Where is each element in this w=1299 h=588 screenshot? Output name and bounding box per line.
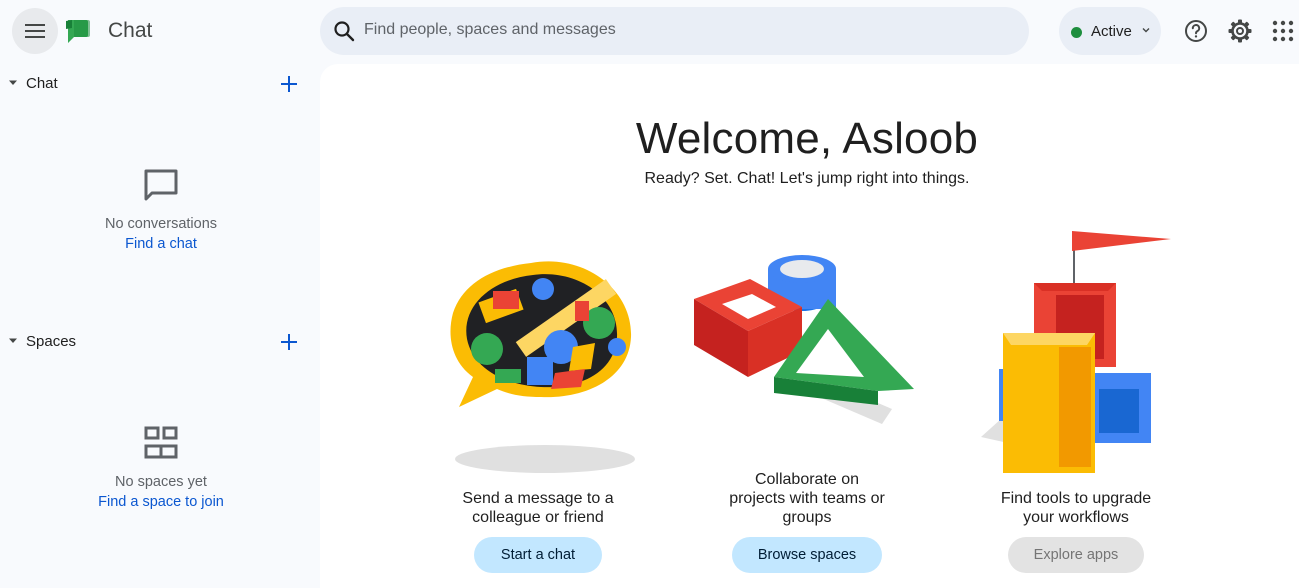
description-line: Send a message to a xyxy=(462,490,614,507)
browse-spaces-description: Collaborate on projects with teams or gr… xyxy=(692,470,922,527)
main-panel: Welcome, Asloob Ready? Set. Chat! Let's … xyxy=(320,64,1299,588)
caret-down-icon[interactable] xyxy=(8,79,18,87)
search-bar[interactable]: Find people, spaces and messages xyxy=(320,7,1029,55)
building-flag-illustration xyxy=(981,231,1171,473)
google-chat-logo[interactable] xyxy=(66,17,94,45)
spaces-grid-icon xyxy=(144,426,178,459)
find-a-space-link[interactable]: Find a space to join xyxy=(0,494,322,510)
description-line: your workflows xyxy=(1023,509,1129,526)
spaces-section-header[interactable]: Spaces xyxy=(0,323,310,359)
start-chat-card: Send a message to a colleague or friend … xyxy=(423,239,653,579)
top-bar: Chat Find people, spaces and messages Ac… xyxy=(0,0,1299,64)
gear-icon[interactable] xyxy=(1227,18,1253,44)
find-a-chat-link[interactable]: Find a chat xyxy=(0,236,322,252)
status-dot xyxy=(1071,27,1082,38)
chat-empty-state: No conversations Find a chat xyxy=(0,168,322,252)
explore-apps-button[interactable]: Explore apps xyxy=(1008,537,1144,573)
chat-section-header[interactable]: Chat xyxy=(0,65,310,101)
explore-apps-card: Find tools to upgrade your workflows Exp… xyxy=(961,229,1191,579)
start-chat-button[interactable]: Start a chat xyxy=(474,537,602,573)
description-line: Collaborate on xyxy=(754,471,860,488)
search-input[interactable]: Find people, spaces and messages xyxy=(364,21,616,39)
chat-bubble-icon xyxy=(144,169,178,201)
description-line: projects with teams or xyxy=(729,490,885,507)
apps-grid-icon[interactable] xyxy=(1272,20,1294,42)
welcome-subtitle: Ready? Set. Chat! Let's jump right into … xyxy=(644,170,970,187)
chevron-down-icon xyxy=(1142,28,1150,33)
app-title: Chat xyxy=(108,19,153,42)
search-icon[interactable] xyxy=(332,19,356,43)
no-conversations-text: No conversations xyxy=(104,216,218,232)
status-selector[interactable]: Active xyxy=(1059,7,1161,55)
welcome-title: Welcome, Asloob xyxy=(635,114,979,163)
status-label: Active xyxy=(1091,23,1132,40)
browse-spaces-card: Collaborate on projects with teams or gr… xyxy=(692,239,922,579)
plus-icon[interactable] xyxy=(279,74,299,94)
speech-bubble-blocks-illustration xyxy=(450,261,635,473)
description-line: groups xyxy=(782,509,832,526)
caret-down-icon[interactable] xyxy=(8,337,18,345)
shapes-blocks-illustration xyxy=(694,255,914,424)
plus-icon[interactable] xyxy=(279,332,299,352)
explore-apps-description: Find tools to upgrade your workflows xyxy=(961,489,1191,527)
start-chat-description: Send a message to a colleague or friend xyxy=(423,489,653,527)
sidebar: Chat No conversations Find a chat Spaces xyxy=(0,64,320,588)
browse-spaces-button[interactable]: Browse spaces xyxy=(732,537,882,573)
main-menu-button[interactable] xyxy=(12,8,58,54)
description-line: Find tools to upgrade xyxy=(1000,490,1152,507)
no-spaces-text: No spaces yet xyxy=(115,474,207,490)
spaces-section-label: Spaces xyxy=(26,333,77,350)
help-icon[interactable] xyxy=(1183,18,1209,44)
description-line: colleague or friend xyxy=(472,509,604,526)
chat-section-label: Chat xyxy=(26,75,58,92)
hamburger-menu-icon xyxy=(25,24,45,38)
spaces-empty-state: No spaces yet Find a space to join xyxy=(0,426,322,510)
